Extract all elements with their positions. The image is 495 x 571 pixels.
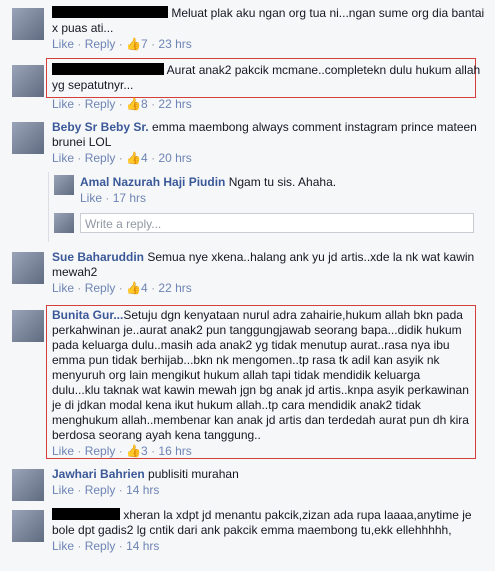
comment-body: Meluat plak aku ngan org tua ni...ngan s… xyxy=(52,6,485,52)
comment-meta: Like · Reply · 14 hrs xyxy=(52,483,160,497)
timestamp[interactable]: 14 hrs xyxy=(126,539,159,553)
comment-meta: Like · Reply · 👍4 · 22 hrs xyxy=(52,281,192,295)
avatar[interactable] xyxy=(12,510,44,542)
timestamp[interactable]: 22 hrs xyxy=(158,97,191,111)
avatar[interactable] xyxy=(54,175,74,195)
comment-text: Ngam tu sis. Ahaha. xyxy=(225,175,337,189)
timestamp[interactable]: 16 hrs xyxy=(158,444,191,458)
timestamp[interactable]: 14 hrs xyxy=(126,483,159,497)
comment-body: Beby Sr Beby Sr. emma maembong always co… xyxy=(52,120,485,166)
comment-body: Bunita Gur...Setuju dgn kenyataan nurul … xyxy=(52,308,469,459)
reply-link[interactable]: Reply xyxy=(85,539,116,553)
like-count[interactable]: 8 xyxy=(141,97,148,111)
like-link[interactable]: Like xyxy=(52,539,74,553)
reply-link[interactable]: Reply xyxy=(85,37,116,51)
like-count[interactable]: 4 xyxy=(141,151,148,165)
comment-text: Setuju dgn kenyataan nurul adra zahairie… xyxy=(52,308,469,442)
like-link[interactable]: Like xyxy=(52,281,74,295)
avatar[interactable] xyxy=(12,252,44,284)
like-link[interactable]: Like xyxy=(80,191,102,205)
comment-body: xheran la xdpt jd menantu pakcik,zizan a… xyxy=(52,508,485,554)
like-link[interactable]: Like xyxy=(52,37,74,51)
like-count-icon[interactable]: 👍 xyxy=(126,151,141,165)
like-count[interactable]: 3 xyxy=(141,444,148,458)
timestamp[interactable]: 20 hrs xyxy=(158,151,191,165)
comment-text: publisiti murahan xyxy=(144,467,239,481)
reply-input[interactable]: Write a reply... xyxy=(80,213,474,233)
commenter-name[interactable]: Amal Nazurah Haji Piudin xyxy=(80,175,225,189)
like-count[interactable]: 7 xyxy=(141,37,148,51)
avatar[interactable] xyxy=(12,469,44,501)
comment-body: Aurat anak2 pakcik mcmane..completekn du… xyxy=(52,63,485,112)
comment-meta: Like · Reply · 👍3 · 16 hrs xyxy=(52,444,192,458)
comment-body: Sue Baharuddin Semua nye xkena..halang a… xyxy=(52,250,485,296)
comment-body: Jawhari Bahrien publisiti murahan Like ·… xyxy=(52,467,485,498)
reply-link[interactable]: Reply xyxy=(85,444,116,458)
like-link[interactable]: Like xyxy=(52,97,74,111)
like-link[interactable]: Like xyxy=(52,444,74,458)
commenter-name[interactable]: Beby Sr Beby Sr. xyxy=(52,120,149,134)
comment-meta: Like · Reply · 👍7 · 23 hrs xyxy=(52,37,192,51)
reply-link[interactable]: Reply xyxy=(85,97,116,111)
comment-meta: Like · Reply · 👍8 · 22 hrs xyxy=(52,97,192,111)
commenter-name[interactable]: Sue Baharuddin xyxy=(52,250,144,264)
current-user-avatar xyxy=(54,213,74,233)
commenter-name[interactable]: Bunita Gur... xyxy=(52,308,123,322)
like-link[interactable]: Like xyxy=(52,483,74,497)
like-count-icon[interactable]: 👍 xyxy=(126,97,141,111)
redacted-name xyxy=(52,6,168,18)
comment-thread: Meluat plak aku ngan org tua ni...ngan s… xyxy=(0,0,495,571)
like-count[interactable]: 4 xyxy=(141,281,148,295)
avatar[interactable] xyxy=(12,310,44,342)
reply-link[interactable]: Reply xyxy=(85,483,116,497)
reply-link[interactable]: Reply xyxy=(85,281,116,295)
comment-meta: Like · 17 hrs xyxy=(80,191,147,205)
like-count-icon[interactable]: 👍 xyxy=(126,281,141,295)
like-count-icon[interactable]: 👍 xyxy=(126,444,141,458)
timestamp[interactable]: 17 hrs xyxy=(113,191,146,205)
timestamp[interactable]: 22 hrs xyxy=(158,281,191,295)
commenter-name[interactable]: Jawhari Bahrien xyxy=(52,467,145,481)
comment-meta: Like · Reply · 👍4 · 20 hrs xyxy=(52,151,192,165)
reply-link[interactable]: Reply xyxy=(85,151,116,165)
avatar[interactable] xyxy=(12,8,44,40)
redacted-name xyxy=(52,63,164,75)
reply-body: Amal Nazurah Haji Piudin Ngam tu sis. Ah… xyxy=(80,175,485,206)
redacted-name xyxy=(52,508,120,520)
comment-meta: Like · Reply · 14 hrs xyxy=(52,539,160,553)
timestamp[interactable]: 23 hrs xyxy=(158,37,191,51)
like-link[interactable]: Like xyxy=(52,151,74,165)
avatar[interactable] xyxy=(12,122,44,154)
like-count-icon[interactable]: 👍 xyxy=(126,37,141,51)
reply-thread-line xyxy=(48,172,49,242)
avatar[interactable] xyxy=(12,65,44,97)
